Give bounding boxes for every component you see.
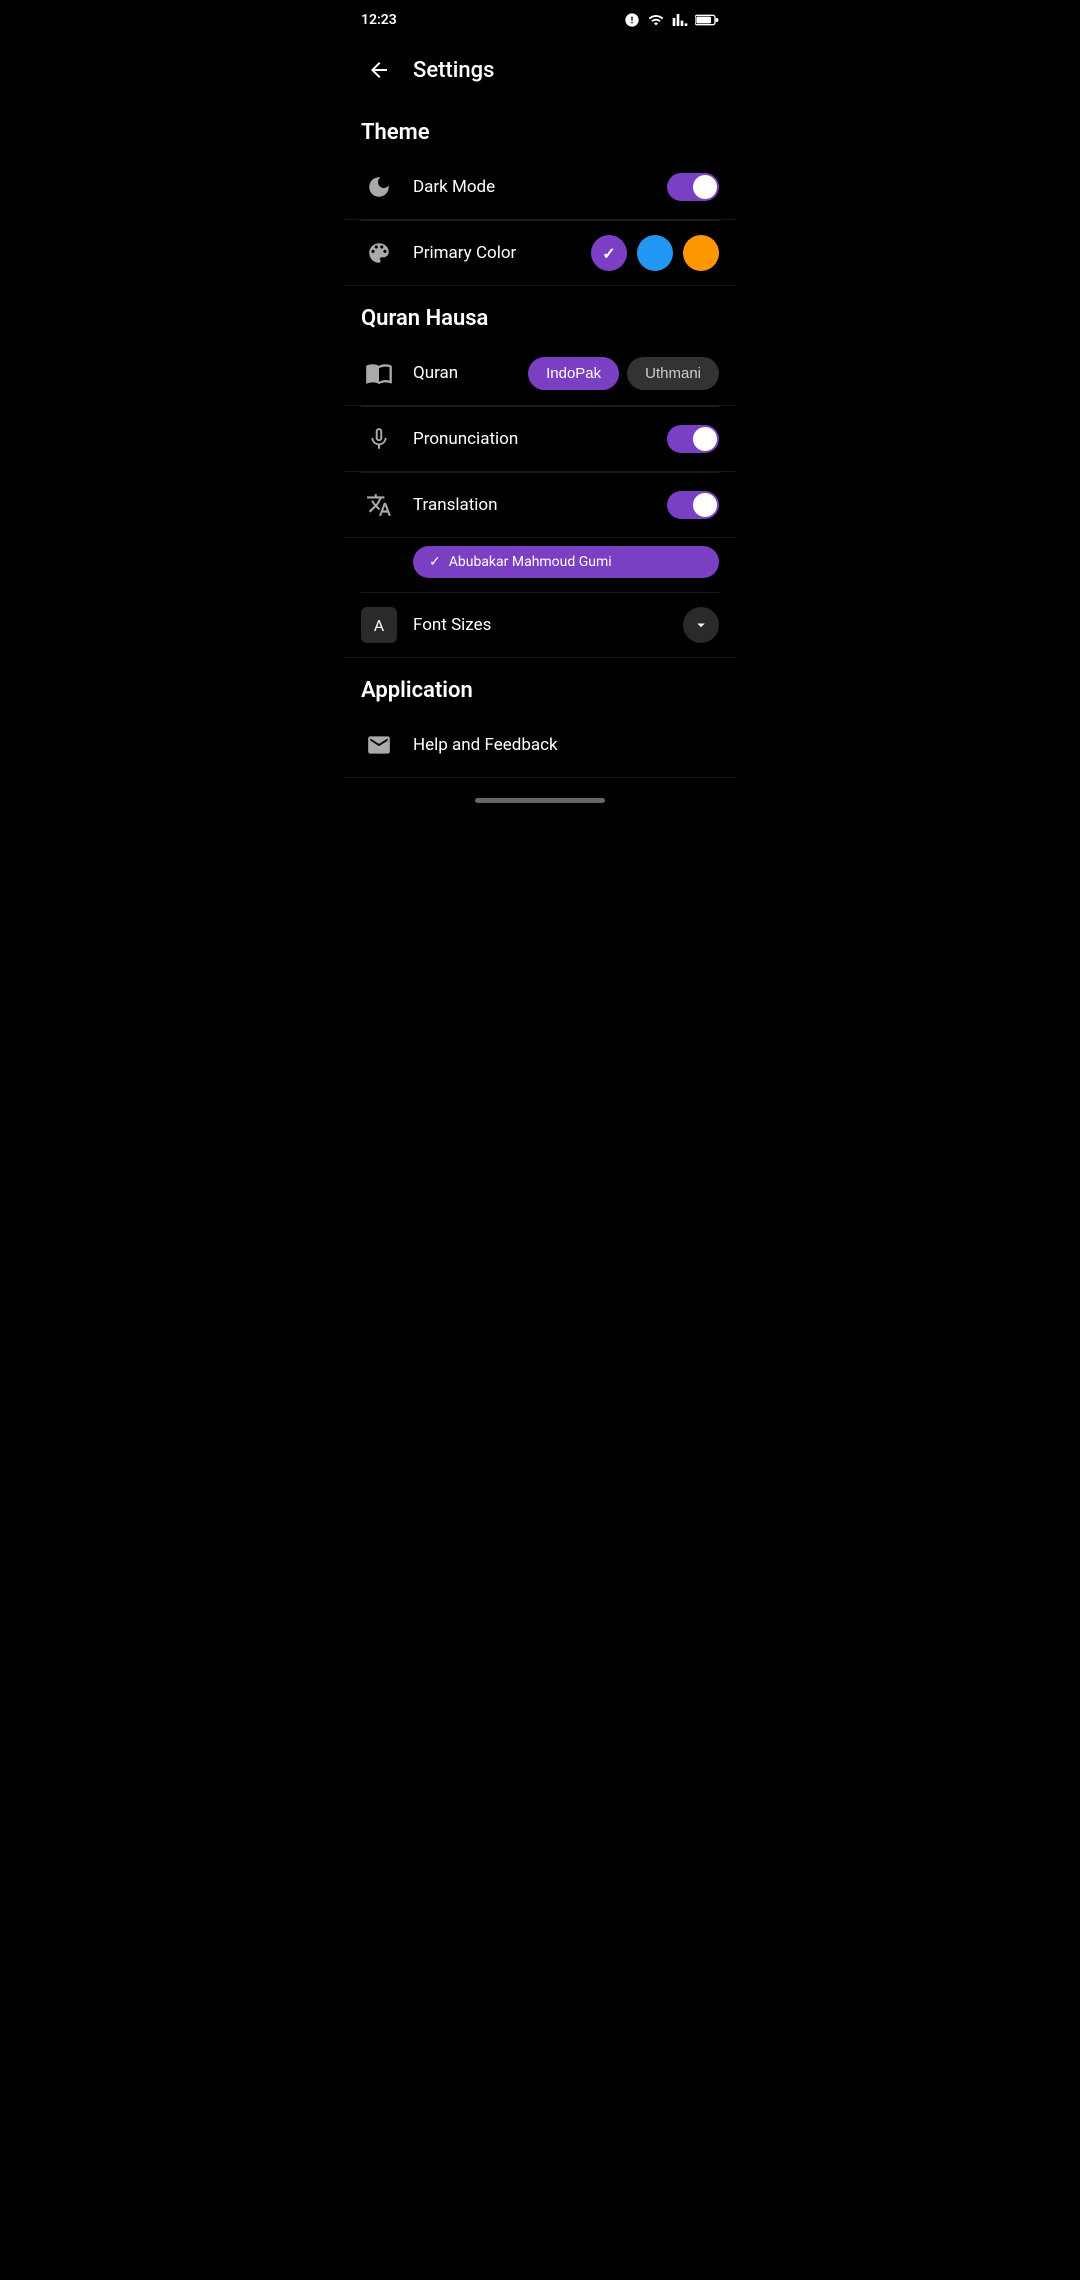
battery-icon	[695, 12, 719, 28]
font-icon: A	[361, 607, 397, 643]
dark-mode-toggle[interactable]	[667, 173, 719, 201]
quran-item[interactable]: Quran IndoPak Uthmani	[345, 341, 735, 406]
moon-icon	[361, 169, 397, 205]
help-feedback-item[interactable]: Help and Feedback	[345, 713, 735, 778]
translation-label: Translation	[413, 495, 651, 515]
pronunciation-icon	[361, 421, 397, 457]
quran-hausa-section-header: Quran Hausa	[345, 286, 735, 341]
translation-badge[interactable]: ✓ Abubakar Mahmoud Gumi	[413, 546, 719, 578]
translation-toggle-knob	[693, 493, 717, 517]
status-bar: 12:23	[345, 0, 735, 40]
color-options: ✓	[591, 235, 719, 271]
check-icon-translation: ✓	[429, 554, 441, 570]
pronunciation-item[interactable]: Pronunciation	[345, 407, 735, 472]
application-section-header: Application	[345, 658, 735, 713]
quran-label: Quran	[413, 363, 512, 383]
dark-mode-toggle-knob	[693, 175, 717, 199]
theme-section-header: Theme	[345, 100, 735, 155]
translation-icon	[361, 487, 397, 523]
primary-color-label: Primary Color	[413, 243, 575, 263]
dark-mode-item[interactable]: Dark Mode	[345, 155, 735, 220]
color-blue[interactable]	[637, 235, 673, 271]
font-sizes-item[interactable]: A Font Sizes	[345, 593, 735, 658]
translation-item[interactable]: Translation	[345, 473, 735, 538]
color-orange[interactable]	[683, 235, 719, 271]
signal-icon	[671, 12, 689, 28]
pronunciation-toggle[interactable]	[667, 425, 719, 453]
status-time: 12:23	[361, 12, 397, 28]
translation-toggle[interactable]	[667, 491, 719, 519]
pronunciation-label: Pronunciation	[413, 429, 651, 449]
color-purple[interactable]: ✓	[591, 235, 627, 271]
primary-color-item[interactable]: Primary Color ✓	[345, 221, 735, 286]
translator-name: Abubakar Mahmoud Gumi	[449, 554, 612, 570]
dropdown-icon[interactable]	[683, 607, 719, 643]
translation-badge-row[interactable]: ✓ Abubakar Mahmoud Gumi	[345, 538, 735, 592]
home-indicator	[475, 798, 605, 803]
mail-icon	[361, 727, 397, 763]
help-feedback-label: Help and Feedback	[413, 735, 719, 755]
palette-icon	[361, 235, 397, 271]
uthmani-button[interactable]: Uthmani	[627, 357, 719, 390]
check-icon: ✓	[602, 244, 615, 263]
status-icons	[623, 12, 719, 28]
notification-icon	[623, 12, 641, 28]
back-button[interactable]	[361, 52, 397, 88]
font-letter: A	[374, 616, 384, 635]
font-size-box: A	[361, 607, 397, 643]
pronunciation-toggle-knob	[693, 427, 717, 451]
wifi-icon	[647, 12, 665, 28]
page-title: Settings	[413, 58, 494, 83]
indopak-button[interactable]: IndoPak	[528, 357, 619, 390]
header: Settings	[345, 40, 735, 100]
dark-mode-label: Dark Mode	[413, 177, 651, 197]
font-sizes-label: Font Sizes	[413, 615, 667, 635]
quran-icon	[361, 355, 397, 391]
quran-style-buttons: IndoPak Uthmani	[528, 357, 719, 390]
